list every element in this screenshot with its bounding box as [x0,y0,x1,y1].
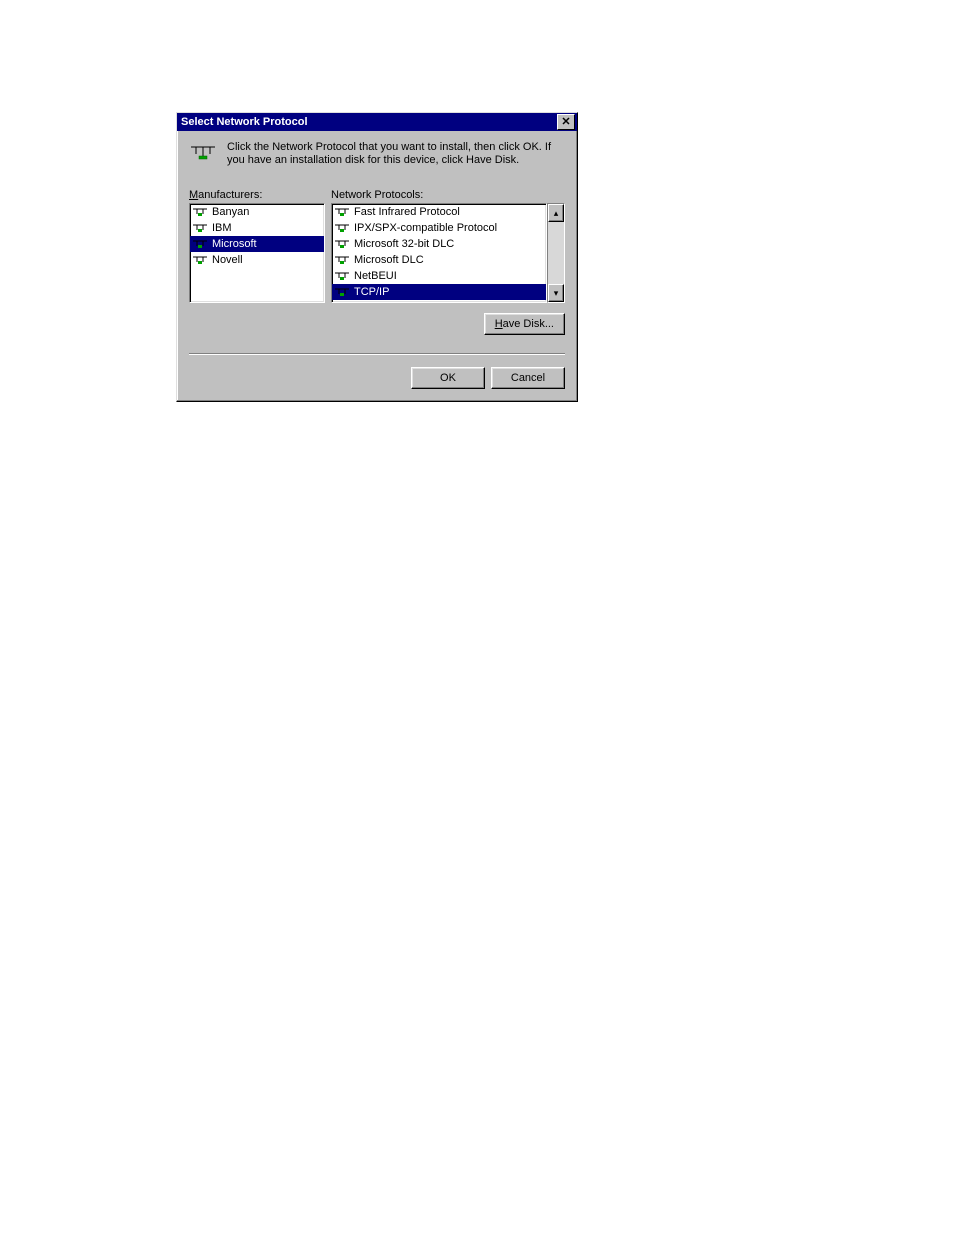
titlebar[interactable]: Select Network Protocol [177,113,577,131]
network-protocol-item-icon [334,237,350,251]
protocols-label: Network Protocols: [331,189,565,201]
list-item[interactable]: Novell [190,252,324,268]
list-item[interactable]: TCP/IP [332,284,546,300]
select-network-protocol-dialog: Select Network Protocol Click the Networ… [176,112,578,402]
network-protocol-item-icon [334,253,350,267]
manufacturers-listbox[interactable]: Banyan IBM Microsoft Novell [189,203,325,303]
network-protocol-item-icon [192,205,208,219]
list-item-label: IBM [212,222,232,234]
list-item[interactable]: Fast Infrared Protocol [332,204,546,220]
list-item-label: Novell [212,254,243,266]
network-protocol-item-icon [192,237,208,251]
list-item[interactable]: IBM [190,220,324,236]
close-icon [562,117,570,128]
list-item[interactable]: Microsoft DLC [332,252,546,268]
cancel-button[interactable]: Cancel [491,367,565,389]
list-item-label: TCP/IP [354,286,389,298]
close-button[interactable] [557,114,575,130]
list-item[interactable]: NetBEUI [332,268,546,284]
chevron-up-icon: ▴ [554,208,559,219]
protocols-listbox[interactable]: Fast Infrared Protocol IPX/SPX-compatibl… [331,203,547,303]
have-disk-button[interactable]: Have Disk... [484,313,565,335]
list-item-label: Fast Infrared Protocol [354,206,460,218]
scroll-up-button[interactable]: ▴ [548,204,564,222]
manufacturers-label: Manufacturers: [189,189,325,201]
network-protocol-item-icon [192,221,208,235]
list-item[interactable]: Banyan [190,204,324,220]
ok-button[interactable]: OK [411,367,485,389]
list-item-label: NetBEUI [354,270,397,282]
network-protocol-icon [189,141,217,165]
list-item[interactable]: IPX/SPX-compatible Protocol [332,220,546,236]
dialog-title: Select Network Protocol [179,116,557,128]
list-item-label: Microsoft 32-bit DLC [354,238,454,250]
scrollbar-track[interactable] [548,222,564,284]
separator [189,353,565,355]
network-protocol-item-icon [192,253,208,267]
list-item[interactable]: Microsoft 32-bit DLC [332,236,546,252]
list-item-label: Microsoft DLC [354,254,424,266]
scroll-down-button[interactable]: ▾ [548,284,564,302]
network-protocol-item-icon [334,269,350,283]
chevron-down-icon: ▾ [554,288,559,299]
list-item[interactable]: Microsoft [190,236,324,252]
network-protocol-item-icon [334,205,350,219]
list-item-label: Microsoft [212,238,257,250]
network-protocol-item-icon [334,221,350,235]
list-item-label: Banyan [212,206,249,218]
network-protocol-item-icon [334,285,350,299]
protocols-scrollbar[interactable]: ▴ ▾ [547,203,565,303]
list-item-label: IPX/SPX-compatible Protocol [354,222,497,234]
dialog-instruction: Click the Network Protocol that you want… [227,141,565,167]
